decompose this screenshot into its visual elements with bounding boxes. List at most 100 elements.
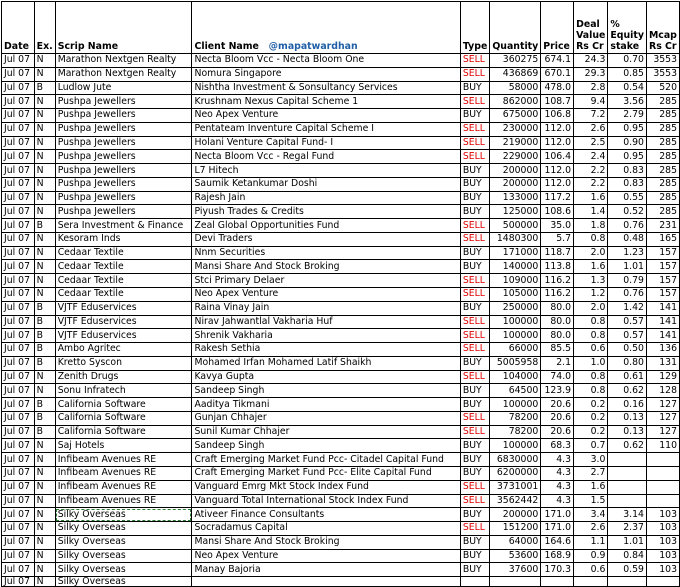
cell-scrip[interactable]: Marathon Nextgen Realty [54,53,193,68]
cell-type[interactable]: BUY [459,562,491,578]
cell-date[interactable]: Jul 07 [1,218,35,233]
cell-mcap[interactable]: 127 [645,397,680,412]
cell-quantity[interactable]: 3731001 [489,479,542,495]
cell-client[interactable]: Piyush Trades & Credits [191,204,461,220]
cell-quantity[interactable]: 229000 [489,149,542,165]
cell-deal-value[interactable]: 1.6 [573,190,609,206]
cell-exchange[interactable]: N [33,465,56,481]
cell-quantity[interactable]: 360275 [489,53,542,68]
cell-scrip[interactable]: California Software [54,397,193,412]
cell-equity-stake[interactable]: 3.56 [607,94,647,110]
cell-equity-stake[interactable] [607,452,647,467]
cell-exchange[interactable]: N [33,121,56,137]
cell-deal-value[interactable]: 0.2 [573,397,609,412]
cell-deal-value[interactable]: 24.3 [573,53,609,68]
cell-client[interactable]: Necta Bloom Vcc - Regal Fund [191,149,461,165]
cell-date[interactable]: Jul 07 [1,452,35,467]
cell-scrip[interactable]: VJTF Eduservices [54,314,193,330]
cell-date[interactable]: Jul 07 [1,176,35,192]
cell-mcap[interactable]: 157 [645,259,680,275]
cell-exchange[interactable]: B [33,410,56,426]
cell-equity-stake[interactable]: 0.62 [607,438,647,454]
cell-client[interactable]: Holani Venture Capital Fund- I [191,135,461,151]
cell-price[interactable]: 85.5 [540,342,575,357]
cell-type[interactable]: SELL [459,328,491,344]
cell-exchange[interactable]: B [33,314,56,330]
cell-type[interactable]: SELL [459,410,491,426]
cell-deal-value[interactable]: 0.9 [573,548,609,564]
cell-price[interactable]: 108.7 [540,94,575,110]
cell-exchange[interactable]: N [33,176,56,192]
cell-equity-stake[interactable]: 0.48 [607,231,647,247]
cell-type[interactable]: SELL [459,424,491,440]
cell-client[interactable]: Sandeep Singh [191,383,461,399]
cell-client[interactable]: Vanguard Emrg Mkt Stock Index Fund [191,479,461,495]
cell-mcap[interactable]: 141 [645,328,680,344]
cell-type[interactable]: BUY [459,259,491,275]
cell-date[interactable]: Jul 07 [1,204,35,220]
cell-mcap[interactable] [645,493,680,509]
cell-date[interactable]: Jul 07 [1,410,35,426]
cell-price[interactable]: 106.8 [540,108,575,123]
cell-deal-value[interactable]: 1.4 [573,204,609,220]
cell-scrip[interactable]: Ludlow Jute [54,80,193,96]
cell-price[interactable]: 112.0 [540,163,575,178]
cell-equity-stake[interactable]: 0.54 [607,80,647,96]
cell-date[interactable]: Jul 07 [1,521,35,536]
cell-type[interactable]: BUY [459,245,491,261]
cell-quantity[interactable]: 104000 [489,369,542,385]
cell-type[interactable]: SELL [459,479,491,495]
cell-equity-stake[interactable]: 0.13 [607,424,647,440]
cell-date[interactable]: Jul 07 [1,355,35,371]
cell-mcap[interactable]: 136 [645,342,680,357]
cell-date[interactable]: Jul 07 [1,300,35,316]
cell-price[interactable]: 4.3 [540,493,575,509]
cell-deal-value[interactable] [573,576,609,587]
cell-price[interactable]: 4.3 [540,452,575,467]
cell-mcap[interactable]: 127 [645,424,680,440]
cell-price[interactable]: 117.2 [540,190,575,206]
cell-exchange[interactable]: N [33,507,56,523]
cell-date[interactable]: Jul 07 [1,66,35,82]
cell-mcap[interactable]: 285 [645,163,680,178]
cell-mcap[interactable]: 128 [645,383,680,399]
cell-equity-stake[interactable]: 0.85 [607,66,647,82]
cell-price[interactable]: 68.3 [540,438,575,454]
cell-date[interactable]: Jul 07 [1,259,35,275]
cell-deal-value[interactable]: 0.7 [573,438,609,454]
cell-quantity[interactable]: 6200000 [489,465,542,481]
cell-quantity[interactable]: 66000 [489,342,542,357]
cell-date[interactable]: Jul 07 [1,479,35,495]
cell-price[interactable]: 20.6 [540,410,575,426]
cell-mcap[interactable]: 131 [645,355,680,371]
cell-deal-value[interactable]: 1.2 [573,287,609,302]
cell-equity-stake[interactable]: 0.57 [607,328,647,344]
cell-scrip[interactable]: Pushpa Jewellers [54,108,193,123]
cell-exchange[interactable]: N [33,273,56,289]
cell-mcap[interactable]: 141 [645,300,680,316]
cell-client[interactable]: Mansi Share And Stock Broking [191,534,461,550]
cell-price[interactable]: 113.8 [540,259,575,275]
cell-scrip[interactable]: Silky Overseas [54,562,193,578]
cell-scrip[interactable]: Cedaar Textile [54,245,193,261]
cell-mcap[interactable]: 157 [645,287,680,302]
cell-scrip[interactable]: Silky Overseas [54,534,193,550]
cell-exchange[interactable]: B [33,355,56,371]
cell-client[interactable]: Craft Emerging Market Fund Pcc- Citadel … [191,452,461,467]
cell-equity-stake[interactable]: 0.16 [607,397,647,412]
cell-client[interactable]: Socradamus Capital [191,521,461,536]
cell-deal-value[interactable]: 2.8 [573,80,609,96]
cell-date[interactable]: Jul 07 [1,190,35,206]
cell-scrip[interactable]: Kretto Syscon [54,355,193,371]
cell-quantity[interactable]: 100000 [489,438,542,454]
cell-price[interactable]: 20.6 [540,424,575,440]
cell-date[interactable]: Jul 07 [1,342,35,357]
cell-type[interactable]: BUY [459,438,491,454]
cell-quantity[interactable]: 64000 [489,534,542,550]
cell-scrip[interactable]: Silky Overseas [54,576,193,587]
cell-price[interactable]: 108.6 [540,204,575,220]
cell-date[interactable]: Jul 07 [1,163,35,178]
cell-date[interactable]: Jul 07 [1,149,35,165]
cell-deal-value[interactable]: 2.5 [573,135,609,151]
cell-client[interactable]: Kavya Gupta [191,369,461,385]
